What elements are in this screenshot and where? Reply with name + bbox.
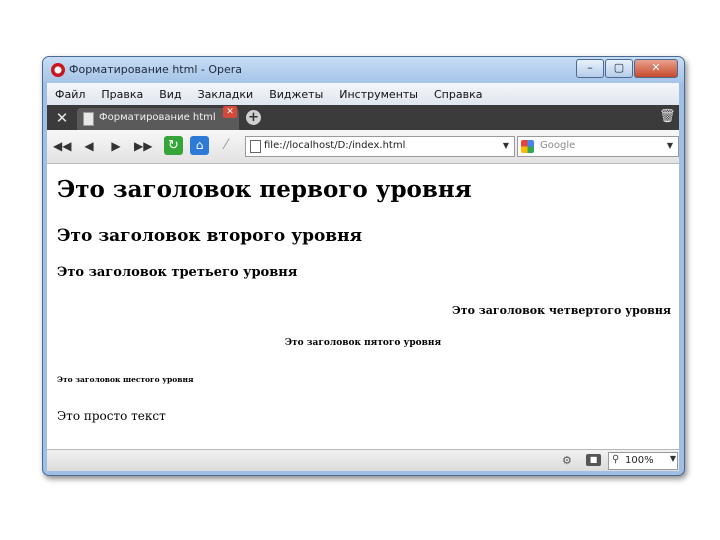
window-title: Форматирование html - Opera — [69, 63, 243, 76]
google-icon[interactable] — [521, 140, 534, 153]
home-icon[interactable]: ⌂ — [190, 136, 209, 155]
tab-bar: ✕ Форматирование html ✕ + 🗑 — [47, 105, 679, 130]
heading-level-6: Это заголовок шестого уровня — [57, 375, 194, 384]
heading-level-2: Это заголовок второго уровня — [57, 226, 363, 246]
menu-file[interactable]: Файл — [47, 88, 93, 101]
heading-level-5: Это заголовок пятого уровня — [284, 338, 442, 348]
menu-help[interactable]: Справка — [426, 88, 490, 101]
paragraph-text: Это просто текст — [57, 409, 166, 423]
browser-window: Форматирование html - Opera – ▢ ✕ Файл П… — [42, 56, 685, 476]
opera-logo-icon — [51, 63, 65, 77]
file-icon — [250, 140, 261, 153]
heading-level-3: Это заголовок третьего уровня — [57, 265, 298, 280]
fast-forward-icon[interactable]: ▶▶ — [134, 138, 152, 154]
tab-close-icon[interactable]: ✕ — [223, 106, 237, 118]
tab-formatting[interactable]: Форматирование html ✕ — [77, 106, 239, 130]
zoom-level: 100% — [625, 455, 654, 466]
heading-level-4: Это заголовок четвертого уровня — [452, 304, 671, 317]
page-content: Это заголовок первого уровня Это заголов… — [47, 164, 679, 449]
heading-level-1: Это заголовок первого уровня — [57, 176, 472, 203]
chevron-down-icon[interactable]: ▼ — [664, 139, 676, 153]
menu-bookmarks[interactable]: Закладки — [190, 88, 262, 101]
menu-view[interactable]: Вид — [151, 88, 189, 101]
navigation-toolbar: ◀◀ ◀ ▶ ▶▶ ↻ ⌂ ⁄ file://localhost/D:/inde… — [47, 130, 679, 164]
status-bar: ⚙ ■ ⚲ 100% ▼ — [47, 449, 679, 471]
zoom-control[interactable]: ⚲ 100% ▼ — [608, 452, 678, 470]
new-tab-icon[interactable]: + — [246, 110, 261, 125]
minimize-button[interactable]: – — [576, 59, 604, 78]
menu-tools[interactable]: Инструменты — [331, 88, 426, 101]
search-field[interactable]: Google ▼ — [517, 136, 679, 157]
forward-icon[interactable]: ▶ — [107, 138, 125, 154]
tab-label: Форматирование html — [99, 112, 216, 123]
tools-icon[interactable]: ✕ — [53, 109, 71, 127]
page-status-icon[interactable]: ⚙ — [562, 454, 576, 467]
magnifier-icon: ⚲ — [612, 454, 620, 465]
wand-icon[interactable]: ⁄ — [217, 137, 235, 154]
window-controls: – ▢ ✕ — [575, 59, 678, 78]
trash-icon[interactable]: 🗑 — [659, 109, 676, 125]
close-button[interactable]: ✕ — [634, 59, 678, 78]
maximize-button[interactable]: ▢ — [605, 59, 633, 78]
menu-edit[interactable]: Правка — [93, 88, 151, 101]
chevron-down-icon[interactable]: ▼ — [670, 454, 676, 463]
address-text[interactable]: file://localhost/D:/index.html — [264, 140, 405, 151]
search-placeholder[interactable]: Google — [540, 140, 575, 151]
menu-widgets[interactable]: Виджеты — [261, 88, 331, 101]
address-bar[interactable]: file://localhost/D:/index.html ▼ — [245, 136, 515, 157]
reload-icon[interactable]: ↻ — [164, 136, 183, 155]
page-icon — [83, 112, 94, 126]
title-bar[interactable]: Форматирование html - Opera – ▢ ✕ — [43, 57, 684, 83]
menu-bar: Файл Правка Вид Закладки Виджеты Инструм… — [47, 83, 679, 105]
back-icon[interactable]: ◀ — [80, 138, 98, 154]
camera-icon[interactable]: ■ — [586, 454, 601, 466]
chevron-down-icon[interactable]: ▼ — [500, 139, 512, 153]
rewind-icon[interactable]: ◀◀ — [53, 138, 71, 154]
